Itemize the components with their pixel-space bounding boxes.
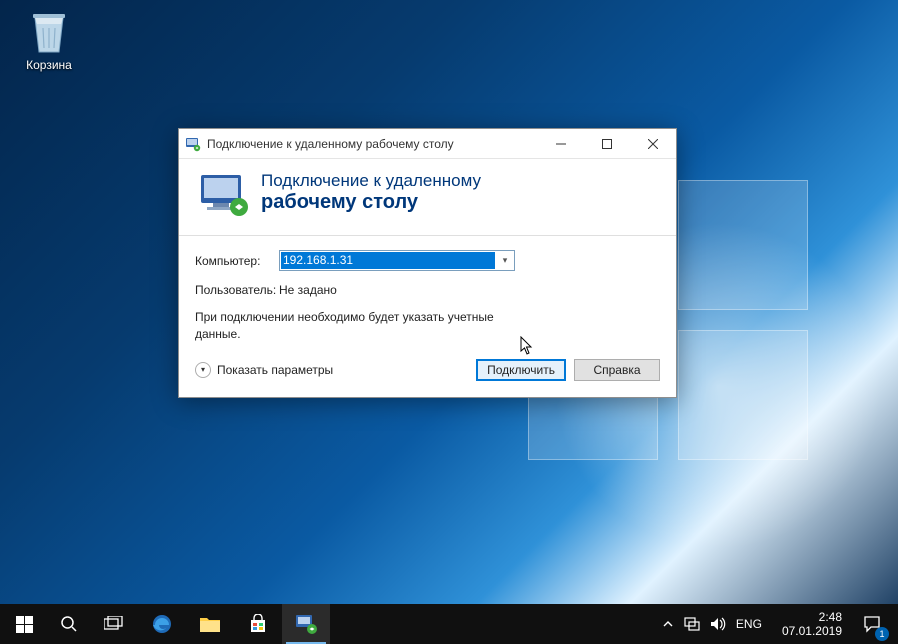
recycle-bin-icon (27, 8, 71, 56)
titlebar[interactable]: Подключение к удаленному рабочему столу (179, 129, 676, 159)
show-options-label: Показать параметры (217, 363, 333, 377)
heading-line1: Подключение к удаленному (261, 171, 481, 191)
tray-language[interactable]: ENG (736, 617, 762, 631)
action-center-button[interactable]: 1 (852, 604, 892, 644)
rdp-window: Подключение к удаленному рабочему столу (178, 128, 677, 398)
maximize-button[interactable] (584, 129, 630, 159)
recycle-bin[interactable]: Корзина (12, 8, 86, 72)
close-button[interactable] (630, 129, 676, 159)
tray-chevron-up-icon[interactable] (662, 618, 674, 630)
taskbar-store-icon[interactable] (234, 604, 282, 644)
show-options-toggle[interactable]: ▾ Показать параметры (195, 362, 333, 378)
taskbar-file-explorer-icon[interactable] (186, 604, 234, 644)
taskbar: ENG 2:48 07.01.2019 1 (0, 604, 898, 644)
header: Подключение к удаленному рабочему столу (179, 159, 676, 236)
user-label: Пользователь: (195, 283, 279, 297)
tray-network-icon[interactable] (684, 617, 700, 631)
recycle-bin-label: Корзина (12, 58, 86, 72)
taskbar-rdp-icon[interactable] (282, 604, 330, 644)
window-title: Подключение к удаленному рабочему столу (207, 137, 538, 151)
expand-chevron-icon: ▾ (195, 362, 211, 378)
help-button[interactable]: Справка (574, 359, 660, 381)
taskbar-edge-icon[interactable] (138, 604, 186, 644)
computer-value[interactable]: 192.168.1.31 (281, 252, 495, 269)
tray-volume-icon[interactable] (710, 617, 726, 631)
connect-button[interactable]: Подключить (476, 359, 566, 381)
taskbar-time: 2:48 (782, 610, 842, 624)
start-button[interactable] (0, 604, 48, 644)
rdp-title-icon (185, 136, 201, 152)
heading-line2: рабочему столу (261, 191, 481, 214)
minimize-button[interactable] (538, 129, 584, 159)
computer-label: Компьютер: (195, 254, 279, 268)
taskbar-clock[interactable]: 2:48 07.01.2019 (772, 610, 852, 639)
rdp-logo-icon (195, 171, 251, 219)
credentials-hint: При подключении необходимо будет указать… (195, 309, 495, 343)
chevron-down-icon[interactable]: ▾ (496, 255, 514, 266)
task-view-button[interactable] (90, 604, 138, 644)
computer-combobox[interactable]: 192.168.1.31 ▾ (279, 250, 515, 271)
user-value: Не задано (279, 283, 337, 297)
notification-badge: 1 (875, 627, 889, 641)
taskbar-date: 07.01.2019 (782, 624, 842, 638)
search-button[interactable] (48, 604, 90, 644)
